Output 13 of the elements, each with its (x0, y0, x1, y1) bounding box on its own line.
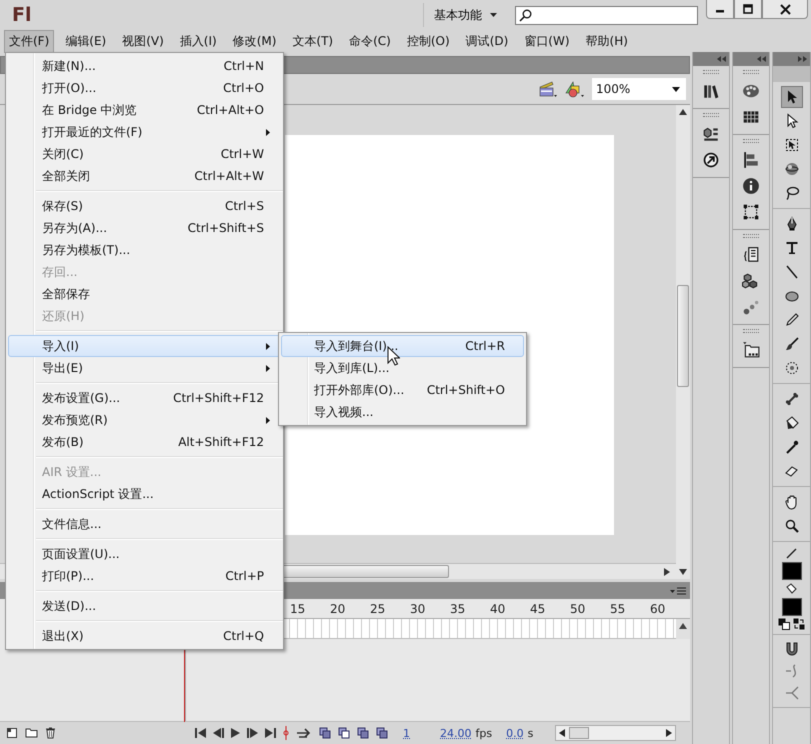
frame-number: 55 (610, 602, 626, 616)
frame-number: 20 (330, 602, 346, 616)
frame-number: 35 (450, 602, 466, 616)
frame-number: 25 (370, 602, 386, 616)
app-logo: Fl (12, 4, 32, 26)
frame-number: 30 (410, 602, 426, 616)
frame-number: 15 (290, 602, 306, 616)
frame-rate-unit: fps (476, 726, 492, 740)
time-unit: s (528, 726, 534, 740)
frame-number: 45 (530, 602, 546, 616)
frame-number: 60 (650, 602, 666, 616)
frame-number: 40 (490, 602, 506, 616)
frame-number: 50 (570, 602, 586, 616)
